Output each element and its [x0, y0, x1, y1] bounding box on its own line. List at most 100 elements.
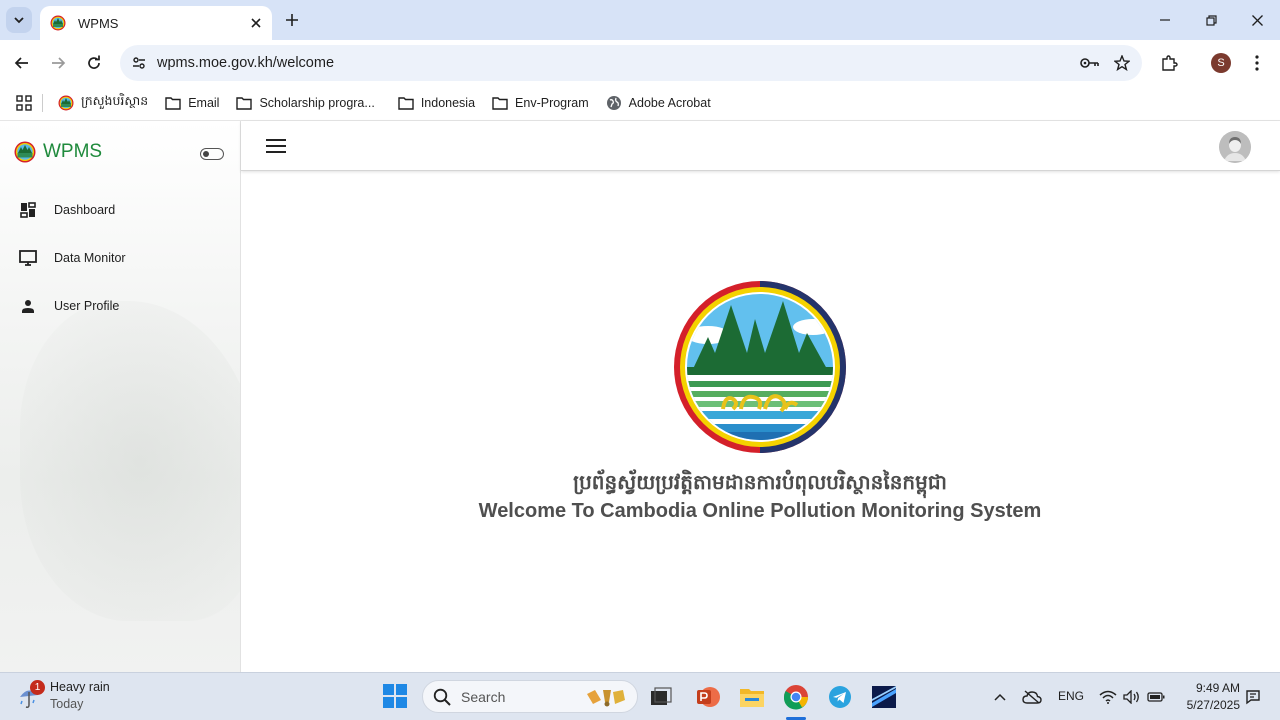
bookmark-label: Env-Program: [515, 96, 589, 110]
bookmark-label: Email: [188, 96, 220, 110]
powerpoint-app[interactable]: [692, 681, 724, 713]
apps-button[interactable]: [0, 89, 42, 117]
tune-icon: [133, 57, 145, 69]
search-highlight-icon: [587, 689, 625, 706]
wifi-icon: [1099, 690, 1117, 704]
reload-icon: [88, 55, 100, 69]
welcome-title-english: Welcome To Cambodia Online Pollution Mon…: [478, 500, 1042, 522]
bookmark-label: Indonesia: [420, 96, 476, 110]
clock-time: 9:49 AM: [1195, 681, 1240, 695]
minimize-button[interactable]: [1142, 0, 1188, 40]
reload-button[interactable]: [80, 49, 108, 77]
taskbar-search[interactable]: Search: [422, 680, 638, 713]
brand[interactable]: WPMS: [14, 141, 102, 163]
menu-item-data-monitor[interactable]: Data Monitor: [0, 238, 240, 278]
clock-date: 5/27/2025: [1186, 698, 1240, 712]
bookmark-adobe-acrobat[interactable]: Adobe Acrobat: [597, 89, 719, 117]
telegram-app[interactable]: [824, 681, 856, 713]
search-placeholder: Search: [461, 688, 506, 705]
dashboard-icon: [18, 200, 38, 220]
chevron-up-icon: [994, 693, 1006, 701]
welcome-title-khmer: ប្រព័ន្ធស្វ័យប្រវត្តិតាមដានការបំពុលបរិស្…: [573, 472, 947, 494]
browser-tab[interactable]: WPMS: [40, 6, 272, 40]
notification-icon: [1246, 690, 1260, 705]
menu-toggle-button[interactable]: [265, 135, 287, 157]
profile-avatar[interactable]: S: [1211, 53, 1231, 73]
weather-widget[interactable]: 1 Heavy rain Today: [18, 679, 110, 713]
onedrive-tray[interactable]: [1022, 687, 1042, 707]
network-tray[interactable]: [1098, 687, 1118, 707]
menu-label: Data Monitor: [54, 251, 126, 265]
volume-tray[interactable]: [1122, 687, 1142, 707]
restore-button[interactable]: [1188, 0, 1234, 40]
user-avatar[interactable]: [1219, 131, 1251, 163]
bookmark-star-button[interactable]: [1106, 47, 1138, 79]
restore-icon: [1205, 14, 1217, 26]
folder-icon: [491, 94, 509, 112]
bookmark-env-program[interactable]: Env-Program: [483, 89, 597, 117]
url-text[interactable]: wpms.moe.gov.kh/welcome: [157, 55, 1074, 71]
user-photo-icon: [1219, 131, 1251, 163]
chrome-icon: [783, 685, 808, 710]
wpms-favicon-icon: [50, 15, 66, 31]
chrome-app[interactable]: [780, 681, 812, 713]
monitor-icon: [18, 248, 38, 268]
menu-item-user-profile[interactable]: User Profile: [0, 286, 240, 326]
telegram-icon: [829, 686, 851, 708]
weather-title: Heavy rain: [50, 680, 110, 694]
tab-strip: WPMS: [0, 0, 1280, 40]
arrow-right-icon: [52, 57, 66, 69]
new-tab-button[interactable]: [280, 8, 304, 32]
menu-item-dashboard[interactable]: Dashboard: [0, 190, 240, 230]
bookmark-label: Scholarship progra...: [259, 96, 375, 110]
powerpoint-icon: [697, 687, 720, 707]
bookmark-scholarship[interactable]: Scholarship progra...: [227, 89, 382, 117]
tab-search-button[interactable]: [6, 7, 32, 33]
battery-icon: [1147, 692, 1165, 702]
bookmark-indonesia[interactable]: Indonesia: [389, 89, 483, 117]
speaker-icon: [1123, 690, 1139, 704]
plus-icon: [286, 14, 298, 26]
browser-toolbar: wpms.moe.gov.kh/welcome S: [0, 40, 1280, 86]
site-info-button[interactable]: [124, 48, 154, 78]
close-tab-button[interactable]: [244, 11, 268, 35]
cloud-offline-icon: [1022, 690, 1042, 704]
battery-tray[interactable]: [1146, 687, 1166, 707]
arrow-left-icon: [14, 57, 28, 69]
password-key-button[interactable]: [1074, 47, 1106, 79]
pinned-app[interactable]: [868, 681, 900, 713]
sidebar: WPMS Dashboard Data Monitor User Profile: [0, 121, 241, 673]
file-explorer-app[interactable]: [736, 681, 768, 713]
minimize-icon: [1160, 19, 1170, 21]
browser-menu-button[interactable]: [1243, 49, 1271, 77]
notification-center-button[interactable]: [1243, 687, 1263, 707]
extensions-button[interactable]: [1155, 49, 1183, 77]
bookmark-moe[interactable]: ក្រសួងបរិស្ថាន: [49, 89, 156, 117]
back-button[interactable]: [8, 49, 36, 77]
windows-taskbar: 1 Heavy rain Today Search ENG 9:49 AM 5/…: [0, 672, 1280, 720]
bookmarks-bar: ក្រសួងបរិស្ថាន Email Scholarship progra.…: [0, 86, 1280, 120]
folder-icon: [740, 689, 764, 707]
tab-title: WPMS: [78, 15, 119, 31]
forward-button[interactable]: [44, 49, 72, 77]
close-window-button[interactable]: [1234, 0, 1280, 40]
theme-toggle[interactable]: [200, 148, 224, 160]
person-icon: [18, 296, 38, 316]
bookmark-label: Adobe Acrobat: [628, 96, 711, 110]
system-clock[interactable]: 9:49 AM 5/27/2025: [1176, 680, 1240, 714]
ministry-of-environment-logo: [674, 281, 846, 453]
task-view-app[interactable]: [645, 681, 677, 713]
globe-icon: [605, 94, 623, 112]
menu-label: Dashboard: [54, 203, 116, 217]
bookmark-email[interactable]: Email: [156, 89, 227, 117]
windows-start-icon[interactable]: [382, 683, 408, 709]
chevron-down-icon: [14, 17, 24, 24]
address-bar[interactable]: wpms.moe.gov.kh/welcome: [120, 45, 1142, 81]
wpms-logo-icon: [14, 141, 36, 163]
bookmark-label: ក្រសួងបរិស្ថាន: [81, 94, 149, 108]
folder-icon: [164, 94, 182, 112]
show-hidden-icons-button[interactable]: [990, 687, 1010, 707]
input-language[interactable]: ENG: [1058, 689, 1084, 703]
apps-grid-icon: [16, 95, 32, 111]
app-topbar: [241, 121, 1280, 171]
